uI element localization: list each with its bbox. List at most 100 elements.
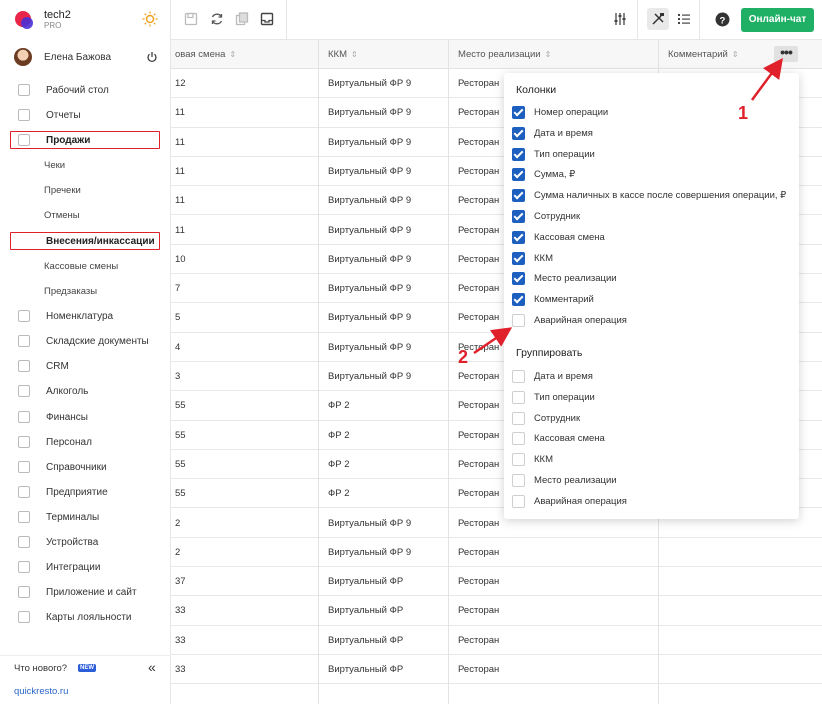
- group-toggle[interactable]: Тип операции: [512, 390, 792, 406]
- table-row[interactable]: 2 Виртуальный ФР 9 Ресторан: [171, 538, 822, 568]
- list-icon[interactable]: [677, 12, 691, 26]
- logo-icon: [15, 11, 33, 29]
- group-toggle[interactable]: Аварийная операция: [512, 494, 792, 510]
- checkbox[interactable]: [512, 411, 525, 425]
- inbox-icon[interactable]: [260, 12, 274, 26]
- checkbox[interactable]: [512, 168, 525, 182]
- column-header-comment[interactable]: Комментарий ⇕: [668, 49, 739, 60]
- help-icon[interactable]: ?: [715, 12, 730, 27]
- sidebar-subitem-preorders[interactable]: Предзаказы: [0, 281, 171, 301]
- cell-kkm: Виртуальный ФР 9: [328, 371, 412, 382]
- sidebar-item-nomenclature[interactable]: Номенклатура: [0, 306, 171, 326]
- sidebar-item-alcohol[interactable]: Алкоголь: [0, 381, 171, 401]
- table-row[interactable]: 33 Виртуальный ФР Ресторан: [171, 626, 822, 655]
- power-icon[interactable]: [146, 51, 158, 63]
- checkbox[interactable]: [512, 126, 525, 140]
- column-toggle[interactable]: Комментарий: [512, 292, 792, 308]
- card-icon: [18, 611, 30, 623]
- sidebar-item-staff[interactable]: Персонал: [0, 432, 171, 452]
- sidebar-item-enterprise[interactable]: Предприятие: [0, 482, 171, 502]
- checkbox[interactable]: [512, 210, 525, 223]
- more-options-button[interactable]: •••: [774, 45, 798, 62]
- table-row[interactable]: 33 Виртуальный ФР Ресторан: [171, 596, 822, 626]
- online-chat-button[interactable]: Онлайн-чат: [741, 8, 814, 32]
- sidebar-item-terminals[interactable]: Терминалы: [0, 507, 171, 527]
- sidebar-subitem-cash-shifts[interactable]: Кассовые смены: [0, 256, 171, 276]
- column-header-kkm[interactable]: ККМ ⇕: [328, 49, 358, 60]
- sidebar-item-sales[interactable]: Продажи: [9, 130, 161, 150]
- checkbox[interactable]: [512, 106, 525, 119]
- checkbox[interactable]: [512, 370, 525, 383]
- checkbox[interactable]: [512, 272, 525, 286]
- group-toggle[interactable]: Сотрудник: [512, 411, 792, 427]
- column-toggle[interactable]: Сотрудник: [512, 209, 792, 225]
- group-toggle[interactable]: Кассовая смена: [512, 431, 792, 447]
- column-toggle[interactable]: Сумма наличных в кассе после совершения …: [512, 188, 792, 204]
- column-toggle[interactable]: Аварийная операция: [512, 313, 792, 329]
- sidebar-item-finance[interactable]: Финансы: [0, 407, 171, 427]
- checkbox[interactable]: [512, 251, 525, 265]
- cell-shift: 33: [175, 605, 186, 617]
- column-toggle[interactable]: Номер операции: [512, 105, 792, 121]
- tools-button[interactable]: [647, 8, 669, 30]
- sidebar-subitem-prechecks[interactable]: Пречеки: [0, 180, 171, 200]
- sidebar-item-desktop[interactable]: Рабочий стол: [0, 80, 171, 100]
- sidebar-item-references[interactable]: Справочники: [0, 457, 171, 477]
- refresh-icon[interactable]: [210, 12, 224, 26]
- cell-shift: 11: [175, 136, 185, 148]
- glass-icon: [18, 385, 30, 397]
- site-link[interactable]: quickresto.ru: [14, 686, 68, 697]
- sidebar-item-app-site[interactable]: Приложение и сайт: [0, 582, 171, 602]
- checkbox[interactable]: [512, 147, 525, 161]
- checkbox[interactable]: [512, 293, 525, 307]
- sidebar-subitem-checks[interactable]: Чеки: [0, 155, 171, 175]
- annotation-number-1: 1: [738, 103, 749, 123]
- table-row[interactable]: 33 Виртуальный ФР Ресторан: [171, 655, 822, 685]
- column-toggle[interactable]: Тип операции: [512, 147, 792, 163]
- group-toggle[interactable]: Дата и время: [512, 369, 792, 385]
- cell-kkm: Виртуальный ФР: [328, 576, 404, 588]
- column-toggle[interactable]: Сумма, ₽: [512, 167, 792, 183]
- user-profile[interactable]: Елена Бажова: [14, 48, 162, 68]
- checkbox[interactable]: [512, 453, 525, 467]
- table-row[interactable]: 37 Виртуальный ФР Ресторан: [171, 567, 822, 597]
- cell-place: Ресторан: [458, 546, 500, 558]
- sidebar-item-warehouse[interactable]: Складские документы: [0, 331, 171, 351]
- sidebar-item-crm[interactable]: CRM: [0, 356, 171, 376]
- checkbox[interactable]: [512, 230, 525, 244]
- save-icon[interactable]: [184, 12, 198, 26]
- sidebar-item-integrations[interactable]: Интеграции: [0, 557, 171, 577]
- sidebar-subitem-cancellations[interactable]: Отмены: [0, 205, 171, 225]
- checkbox[interactable]: [512, 494, 525, 508]
- cell-shift: 11: [175, 224, 185, 236]
- sidebar-item-devices[interactable]: Устройства: [0, 532, 171, 552]
- building-icon: [18, 486, 30, 498]
- collapse-sidebar-button[interactable]: «: [148, 659, 156, 675]
- brand[interactable]: tech2 PRO: [12, 8, 162, 32]
- column-toggle[interactable]: Кассовая смена: [512, 230, 792, 246]
- sidebar-item-loyalty[interactable]: Карты лояльности: [0, 607, 171, 627]
- column-header-place[interactable]: Место реализации ⇕: [458, 49, 551, 60]
- avatar: [14, 48, 32, 66]
- sidebar-item-reports[interactable]: Отчеты: [0, 105, 171, 125]
- column-header-shift[interactable]: овая смена ⇕: [175, 49, 236, 60]
- cell-place: Ресторан: [458, 107, 500, 119]
- column-toggle[interactable]: Дата и время: [512, 126, 792, 142]
- group-toggle[interactable]: Место реализации: [512, 473, 792, 489]
- person-icon: [18, 436, 30, 448]
- column-toggle[interactable]: Место реализации: [512, 271, 792, 287]
- sliders-icon[interactable]: [613, 12, 627, 26]
- copy-icon[interactable]: [235, 12, 249, 26]
- checkbox[interactable]: [512, 474, 525, 487]
- checkbox[interactable]: [512, 390, 525, 404]
- column-toggle[interactable]: ККМ: [512, 251, 792, 267]
- sidebar-subitem-deposits[interactable]: Внесения/инкассации: [9, 231, 161, 251]
- sun-icon[interactable]: [142, 11, 158, 27]
- checkbox[interactable]: [512, 314, 525, 327]
- checkbox[interactable]: [512, 189, 525, 203]
- checkbox-label: Тип операции: [534, 391, 595, 403]
- toolbar-divider: [699, 0, 700, 39]
- group-toggle[interactable]: ККМ: [512, 452, 792, 468]
- whats-new-link[interactable]: Что нового?: [14, 663, 67, 674]
- checkbox[interactable]: [512, 432, 525, 446]
